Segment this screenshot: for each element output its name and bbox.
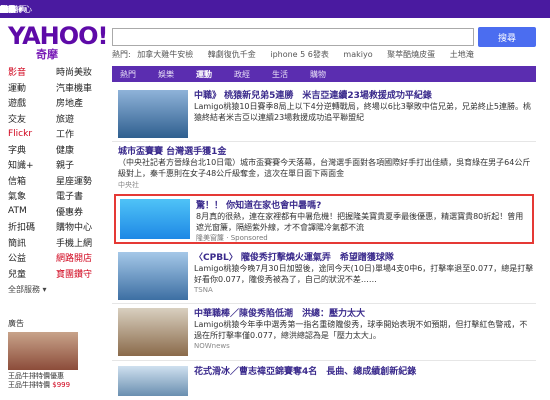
news-title[interactable]: 城市盃賽賽 台灣選手獲1金 bbox=[118, 144, 536, 157]
sidebar-item[interactable]: 折扣碼 bbox=[8, 220, 56, 233]
news-summary: Lamigo桃猿10日賽季8局上以下4分逆轉戰局，終場以6比3擊敗中信兄弟，兄弟… bbox=[194, 102, 531, 122]
tab-entertainment[interactable]: 娛樂 bbox=[158, 69, 174, 80]
news-title[interactable]: 中華職棒／陳俊秀陷低潮 洪總：壓力太大 bbox=[194, 306, 534, 319]
sidebar-item[interactable]: ATM bbox=[8, 206, 56, 216]
news-thumbnail[interactable] bbox=[118, 308, 188, 356]
sidebar-item[interactable]: 交友 bbox=[8, 112, 56, 125]
news-summary: Lamigo桃猿今晚7月30日加盟後，途同今天(10日)單場4支0中6，打擊率退… bbox=[194, 264, 534, 284]
top-nav-bar: 首頁 信箱 新聞 股市 氣象 運動 影音 娛樂 Flickr 購物中心 商城 拍… bbox=[0, 0, 550, 18]
tab-hot[interactable]: 熱門 bbox=[120, 69, 136, 80]
news-summary: Lamigo桃猿今年季中選秀第一指名重磅隴俊秀，球季開始表現不如預期，但打擊紅色… bbox=[194, 320, 528, 340]
sidebar-item[interactable]: 旅遊 bbox=[56, 112, 106, 125]
search-input[interactable] bbox=[112, 28, 474, 46]
sidebar-item[interactable]: 氣象 bbox=[8, 189, 56, 202]
news-item[interactable]: 中職》 桃猿新兒弟5連勝 米吉亞連續23場救援成功平紀錄 Lamigo桃猿10日… bbox=[112, 88, 536, 140]
hot-search-link[interactable]: makiyo bbox=[343, 50, 372, 59]
news-source: 中央社 bbox=[118, 181, 139, 189]
news-item[interactable]: 中華職棒／陳俊秀陷低潮 洪總：壓力太大 Lamigo桃猿今年季中選秀第一指名重磅… bbox=[112, 306, 536, 358]
ad-title[interactable]: 驚！！ 你知道在家也會中暑嗎? bbox=[196, 198, 530, 211]
sidebar-item[interactable]: 知識+ bbox=[8, 158, 56, 171]
news-title[interactable]: 〈CPBL〉 隴俊秀打擊燒火運氣弄 希望蹭獲球隊 bbox=[194, 250, 534, 263]
sidebar-item[interactable]: 運動 bbox=[8, 81, 56, 94]
sidebar-item[interactable]: 字典 bbox=[8, 143, 56, 156]
divider bbox=[112, 360, 536, 361]
hot-search-link[interactable]: 加拿大雞牛安檢 bbox=[137, 50, 193, 59]
sidebar-item[interactable]: 健康 bbox=[56, 143, 106, 156]
tab-shopping[interactable]: 購物 bbox=[310, 69, 326, 80]
sidebar-item[interactable]: 遊戲 bbox=[8, 96, 56, 109]
news-source: NOWnews bbox=[194, 342, 230, 350]
sidebar-item[interactable]: 房地產 bbox=[56, 96, 106, 109]
sidebar-ad-image[interactable] bbox=[8, 332, 78, 370]
hot-search-link[interactable]: iphone 5 6發表 bbox=[270, 50, 329, 59]
search-button[interactable]: 搜尋 bbox=[478, 27, 536, 47]
sidebar-item[interactable]: 手機上網 bbox=[56, 236, 106, 249]
news-item[interactable]: 〈CPBL〉 隴俊秀打擊燒火運氣弄 希望蹭獲球隊 Lamigo桃猿今晚7月30日… bbox=[112, 250, 536, 302]
news-source: TSNA bbox=[194, 286, 213, 294]
news-thumbnail[interactable] bbox=[118, 366, 188, 396]
ad-thumbnail[interactable] bbox=[120, 199, 190, 239]
sidebar-item[interactable]: 影音 bbox=[8, 65, 56, 78]
sidebar-item[interactable]: 公益 bbox=[8, 251, 56, 264]
hot-search-link[interactable]: 聚萃酷燒皮蛋 bbox=[387, 50, 435, 59]
sidebar-item[interactable]: 時尚美妝 bbox=[56, 65, 106, 78]
news-thumbnail[interactable] bbox=[118, 252, 188, 300]
news-thumbnail[interactable] bbox=[118, 90, 188, 138]
sidebar-item[interactable]: 網路開店 bbox=[56, 251, 106, 264]
news-summary: （中央社記者方晉綠台北10日電）城市盃賽賽今天落幕，台灣選手面對各項國際好手打出… bbox=[118, 158, 531, 178]
sidebar-ad-caption[interactable]: 王品牛排特價優惠 王品牛排特價 $999 bbox=[8, 372, 98, 390]
sidebar-item[interactable]: 購物中心 bbox=[56, 220, 106, 233]
sidebar-item[interactable]: 電子書 bbox=[56, 189, 106, 202]
hot-search-link[interactable]: 韓劇復仇千金 bbox=[208, 50, 256, 59]
sidebar-item[interactable]: Flickr bbox=[8, 129, 56, 139]
top-nav-more[interactable]: 更多 ▾ bbox=[0, 4, 424, 15]
hot-search-link[interactable]: 土地淹 bbox=[450, 50, 474, 59]
sidebar-item[interactable]: 汽車機車 bbox=[56, 81, 106, 94]
news-title[interactable]: 花式滑冰／曹志禕亞錦賽奪4名 長曲、總成績創新紀錄 bbox=[194, 364, 534, 377]
sidebar-item[interactable]: 工作 bbox=[56, 127, 106, 140]
tab-sports[interactable]: 運動 bbox=[196, 69, 212, 80]
tab-life[interactable]: 生活 bbox=[272, 69, 288, 80]
all-services-link[interactable]: 全部服務 ▾ bbox=[8, 284, 108, 295]
sidebar-item[interactable]: 兒童 bbox=[8, 267, 56, 280]
ad-body: 8月真的很熱，連在家裡都有中暑危機！把握隆美寶貴夏季最後優惠，精選寶貴80折起！… bbox=[196, 212, 524, 232]
yahoo-logo[interactable]: YAHOO! 奇摩 bbox=[8, 24, 109, 61]
hot-searches-label: 熱門: bbox=[112, 50, 131, 59]
ad-sponsor: 隆美窗簾 · Sponsored bbox=[196, 234, 268, 242]
news-title[interactable]: 中職》 桃猿新兒弟5連勝 米吉亞連續23場救援成功平紀錄 bbox=[194, 88, 534, 101]
divider bbox=[112, 141, 536, 142]
sidebar-item[interactable]: 寶團鑽守 bbox=[56, 267, 106, 280]
news-item[interactable]: 城市盃賽賽 台灣選手獲1金 （中央社記者方晉綠台北10日電）城市盃賽賽今天落幕，… bbox=[112, 144, 536, 190]
sidebar-item[interactable]: 信箱 bbox=[8, 174, 56, 187]
services-sidebar: 影音 時尚美妝 運動 汽車機車 遊戲 房地產 交友 旅遊 Flickr 工作 字典 健康 知… bbox=[8, 64, 108, 295]
divider bbox=[112, 303, 536, 304]
hot-searches: 熱門: 加拿大雞牛安檢 韓劇復仇千金 iphone 5 6發表 makiyo 聚… bbox=[112, 49, 486, 60]
sidebar-item[interactable]: 優惠券 bbox=[56, 205, 106, 218]
news-tabs: 熱門 娛樂 運動 政經 生活 購物 bbox=[112, 66, 536, 82]
sidebar-item[interactable]: 簡訊 bbox=[8, 236, 56, 249]
news-item[interactable]: 花式滑冰／曹志禕亞錦賽奪4名 長曲、總成績創新紀錄 bbox=[112, 364, 536, 396]
sidebar-item[interactable]: 星座運勢 bbox=[56, 174, 106, 187]
tab-politics[interactable]: 政經 bbox=[234, 69, 250, 80]
sidebar-ad-heading: 廣告 bbox=[8, 319, 24, 328]
sidebar-item[interactable]: 親子 bbox=[56, 158, 106, 171]
sponsored-ad[interactable]: 驚！！ 你知道在家也會中暑嗎? 8月真的很熱，連在家裡都有中暑危機！把握隆美寶貴… bbox=[114, 194, 534, 244]
